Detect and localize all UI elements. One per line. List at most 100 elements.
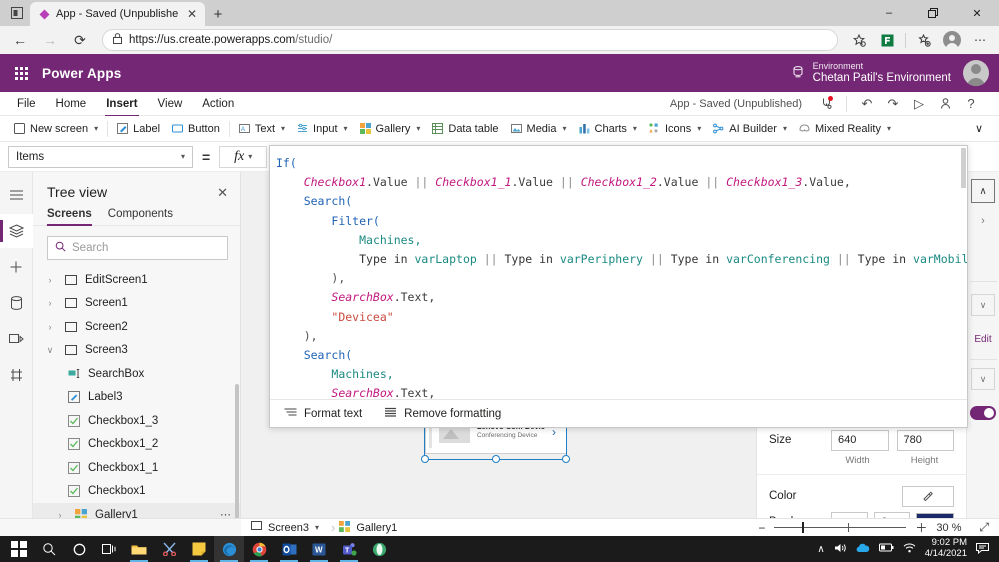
ribbon-label[interactable]: Label	[111, 120, 166, 138]
close-icon[interactable]: ✕	[217, 186, 228, 199]
variables-icon[interactable]	[0, 358, 33, 392]
tree-node-searchbox[interactable]: SearchBox	[33, 362, 240, 386]
start-button[interactable]	[4, 536, 34, 562]
data-sources-icon[interactable]	[0, 286, 33, 320]
tree-node-screen3[interactable]: ∨ Screen3	[33, 339, 240, 363]
formula-editor[interactable]: If( Checkbox1.Value || Checkbox1_1.Value…	[269, 145, 968, 428]
back-icon[interactable]: ←	[6, 28, 34, 52]
zoom-in-button[interactable]: ＋	[915, 519, 927, 536]
formula-code[interactable]: If( Checkbox1.Value || Checkbox1_1.Value…	[270, 146, 967, 399]
chrome-icon[interactable]	[244, 536, 274, 562]
environment-selector[interactable]: Environment Chetan Patil's Environment	[791, 61, 951, 85]
formula-scrollbar[interactable]	[961, 148, 966, 188]
expand-panel-icon[interactable]: ›	[967, 203, 999, 239]
help-icon[interactable]: ?	[959, 93, 983, 115]
menu-hamburger-icon[interactable]	[0, 178, 33, 212]
tab-components[interactable]: Components	[108, 208, 173, 225]
section-chevron-1[interactable]: ∨	[971, 294, 995, 316]
ribbon-data-table[interactable]: Data table	[426, 120, 504, 138]
tree-node-label3[interactable]: Label3	[33, 386, 240, 410]
twisty-icon[interactable]: ∨	[43, 345, 57, 356]
forward-icon[interactable]: →	[36, 28, 64, 52]
ribbon-text[interactable]: A Text ▾	[233, 120, 291, 138]
ribbon-button[interactable]: Button	[166, 120, 226, 138]
ribbon-icons[interactable]: Icons ▾	[643, 120, 707, 138]
app-checker-icon[interactable]	[814, 93, 838, 115]
breadcrumb-screen[interactable]: Screen3 ▾	[251, 521, 327, 534]
tree-node-checkbox1-2[interactable]: Checkbox1_2	[33, 433, 240, 457]
ribbon-media[interactable]: Media ▾	[505, 120, 573, 138]
preview-play-icon[interactable]: ▷	[907, 93, 931, 115]
network-icon[interactable]	[903, 543, 916, 556]
ribbon-charts[interactable]: Charts ▾	[573, 120, 643, 138]
search-input[interactable]: Search	[47, 236, 228, 260]
twisty-icon[interactable]: ›	[43, 298, 57, 308]
profile-button[interactable]	[939, 28, 965, 52]
twisty-icon[interactable]: ›	[53, 510, 67, 518]
height-input[interactable]: 780	[896, 429, 954, 451]
word-icon[interactable]: W	[304, 536, 334, 562]
edge-browser-icon[interactable]	[214, 536, 244, 562]
collections-icon[interactable]	[911, 28, 937, 52]
teams-icon[interactable]: T	[334, 536, 364, 562]
user-avatar[interactable]	[963, 60, 989, 86]
outlook-icon[interactable]	[274, 536, 304, 562]
zoom-out-button[interactable]: −	[758, 521, 765, 535]
battery-icon[interactable]	[878, 543, 894, 555]
action-center-icon[interactable]	[976, 542, 989, 557]
cortana-icon[interactable]	[64, 536, 94, 562]
node-more-icon[interactable]: ⋯	[220, 508, 232, 518]
maximize-button[interactable]	[911, 0, 955, 26]
media-icon[interactable]	[0, 322, 33, 356]
format-text-button[interactable]: Format text	[284, 407, 362, 421]
opera-icon[interactable]	[364, 536, 394, 562]
search-icon[interactable]	[34, 536, 64, 562]
tree-scrollbar[interactable]	[235, 384, 239, 518]
volume-icon[interactable]	[834, 542, 847, 557]
close-tab-icon[interactable]: ✕	[185, 8, 199, 20]
tree-node-gallery1[interactable]: › Gallery1 ⋯	[33, 503, 240, 518]
app-launcher-icon[interactable]	[10, 62, 32, 84]
redo-icon[interactable]: ↷	[881, 93, 905, 115]
reload-icon[interactable]: ⟳	[66, 28, 94, 52]
zoom-slider[interactable]	[774, 522, 907, 533]
twisty-icon[interactable]: ›	[43, 322, 57, 332]
new-tab-button[interactable]: +	[205, 2, 231, 26]
property-dropdown[interactable]: Items ▾	[8, 145, 193, 168]
task-view-icon[interactable]	[94, 536, 124, 562]
ribbon-ai-builder[interactable]: AI Builder ▾	[707, 120, 793, 138]
sticky-notes-icon[interactable]	[184, 536, 214, 562]
tab-search-icon[interactable]	[4, 2, 30, 24]
property-toggle[interactable]	[970, 406, 996, 420]
tab-screens[interactable]: Screens	[47, 208, 92, 226]
remove-formatting-button[interactable]: Remove formatting	[384, 407, 501, 421]
browser-tab[interactable]: App - Saved (Unpublished) - Po... ✕	[30, 2, 205, 26]
tree-node-screen1[interactable]: › Screen1	[33, 292, 240, 316]
ribbon-overflow-chevron[interactable]: ∨	[967, 119, 991, 138]
twisty-icon[interactable]: ›	[43, 275, 57, 285]
tree-node-checkbox1-1[interactable]: Checkbox1_1	[33, 456, 240, 480]
ribbon-mixed-reality[interactable]: Mixed Reality ▾	[793, 120, 897, 138]
powerapps-extension-icon[interactable]	[874, 28, 900, 52]
file-explorer-icon[interactable]	[124, 536, 154, 562]
fx-button[interactable]: fx ▾	[219, 145, 268, 168]
breadcrumb-control[interactable]: Gallery1	[339, 520, 405, 535]
tree-node-editscreen1[interactable]: › EditScreen1	[33, 268, 240, 292]
menu-item-file[interactable]: File	[16, 95, 37, 113]
ribbon-input[interactable]: Input ▾	[291, 120, 353, 138]
tree-node-screen2[interactable]: › Screen2	[33, 315, 240, 339]
minimize-button[interactable]: –	[867, 0, 911, 26]
browser-more-icon[interactable]: ⋯	[967, 28, 993, 52]
favorite-star-icon[interactable]	[846, 28, 872, 52]
clock[interactable]: 9:02 PM 4/14/2021	[925, 537, 967, 560]
tree-node-checkbox1-3[interactable]: Checkbox1_3	[33, 409, 240, 433]
width-input[interactable]: 640	[831, 429, 889, 451]
chevron-down-icon[interactable]: ▾	[315, 523, 319, 532]
insert-add-icon[interactable]	[0, 250, 33, 284]
menu-item-insert[interactable]: Insert	[105, 95, 139, 117]
share-icon[interactable]	[933, 93, 957, 115]
edit-link[interactable]: Edit	[974, 334, 991, 345]
zoom-slider-thumb[interactable]	[802, 522, 805, 533]
menu-item-view[interactable]: View	[157, 95, 184, 113]
collapse-panel-button[interactable]: ∧	[971, 179, 995, 203]
